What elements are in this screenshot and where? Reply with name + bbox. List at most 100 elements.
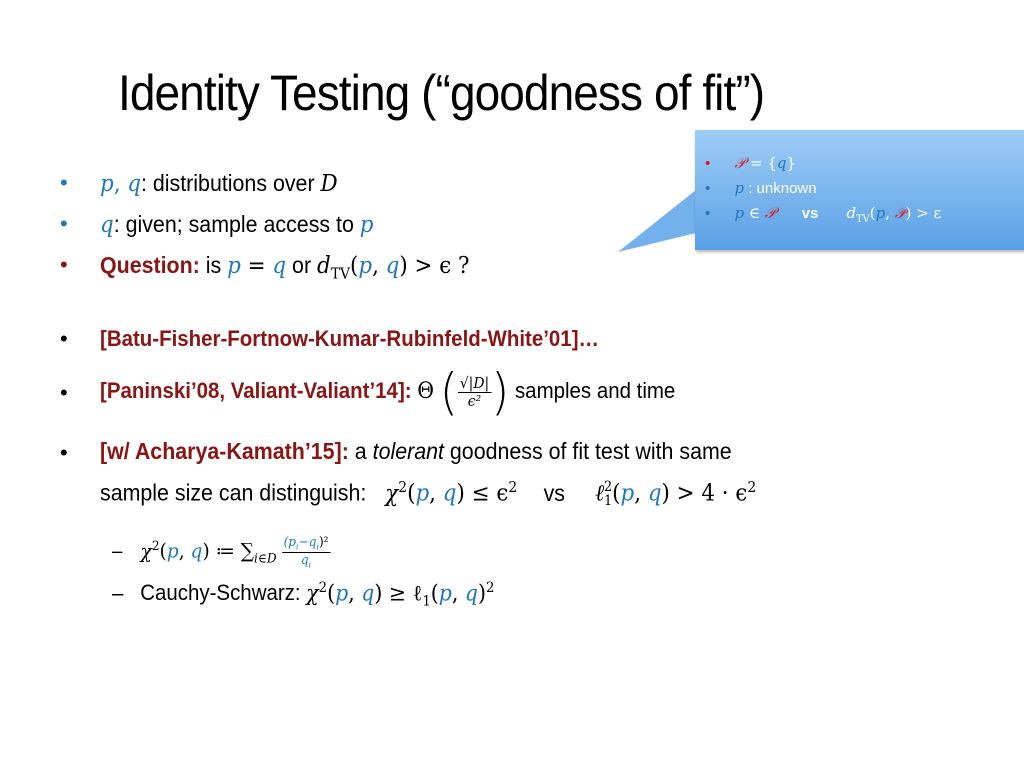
math-q: q [361, 581, 375, 607]
sub-cauchy-schwarz: – Cauchy-Schwarz: χ2(p, q) ≥ ℓ1(p, q)2 [112, 580, 494, 610]
callout-box: • 𝒫 = {q} • p : unknown • p ∈ 𝒫 vs dTV(p… [695, 130, 1024, 250]
bullet-icon: • [60, 440, 68, 465]
ref-label: [w/ Acharya-Kamath’15]: [100, 438, 349, 464]
ref-paninski: [Paninski’08, Valiant-Valiant’14]: Θ (√|… [100, 356, 675, 426]
math-q: q [776, 154, 787, 172]
dash-icon: – [112, 540, 123, 563]
math-p: p [620, 480, 635, 507]
math-set-P: 𝒫 [734, 154, 746, 172]
math-text: , [178, 538, 191, 563]
math-ell: ℓ [595, 480, 605, 507]
ref-acharya-line1: [w/ Acharya-Kamath’15]: a tolerant goodn… [100, 438, 732, 465]
math-q: q [385, 253, 400, 279]
ref-text: goodness of fit test with same [443, 438, 732, 464]
math-text: (p [283, 534, 297, 550]
math-text: ) ≤ ϵ [456, 480, 509, 507]
math-q: q [100, 212, 114, 238]
math-chi: χ [385, 480, 399, 507]
slide-title: Identity Testing (“goodness of fit”) [118, 65, 765, 121]
math-p: p [734, 204, 745, 222]
math-text: ) [478, 581, 487, 607]
math-q: q [127, 171, 142, 197]
math-sub: i∈D [254, 551, 277, 567]
math-text: ) > ϵ ? [399, 253, 470, 279]
dash-icon: – [112, 580, 124, 606]
math-text: ( [612, 480, 621, 507]
callout-item-3: • p ∈ 𝒫 vs dTV(p, 𝒫) > ε [705, 204, 941, 225]
tolerant-emphasis: tolerant [372, 438, 444, 464]
math-text: } [786, 154, 797, 172]
left-paren: ( [439, 363, 458, 422]
math-D: D [320, 171, 338, 197]
bullet-icon: • [705, 180, 711, 197]
math-text: ( [327, 581, 336, 607]
math-sub: 1 [604, 492, 613, 509]
math-text: ( [159, 538, 167, 563]
ref-acharya-line2: sample size can distinguish: χ2(p, q) ≤ … [100, 478, 756, 508]
ref-text: sample size can distinguish: [100, 479, 367, 506]
math-chi: χ [140, 538, 152, 563]
callout-text: : unknown [744, 180, 817, 197]
bullet-icon: • [60, 326, 68, 351]
math-sup: 2 [398, 478, 408, 496]
math-p: p [734, 179, 745, 197]
ref-text: samples and time [514, 378, 676, 403]
math-sub: TV [330, 264, 351, 283]
math-text: ) > ε [905, 204, 942, 222]
math-text: −q [298, 534, 317, 550]
vs-label: vs [801, 205, 819, 222]
fraction-numerator: (pi−qi)² [281, 534, 331, 553]
math-text: ( [407, 480, 416, 507]
bullet-distributions: p, q: distributions over D [100, 170, 338, 197]
bullet-icon: • [705, 155, 711, 172]
math-text: , [451, 581, 465, 607]
math-sub: i [308, 559, 312, 570]
question-label: Question: [100, 252, 200, 278]
math-text: ) ≔ ∑ [202, 538, 255, 563]
math-p: p [415, 480, 430, 507]
math-supsub: 21 [604, 480, 613, 509]
math-set-P: 𝒫 [764, 204, 776, 222]
math-sup: 2 [151, 539, 160, 554]
fraction-denominator: ϵ² [467, 391, 482, 410]
fraction-numerator: √|D| [457, 374, 492, 393]
math-text: ) ≥ ℓ [374, 581, 423, 607]
math-p: p [166, 538, 179, 563]
math-text: ) > 4 · ϵ [661, 480, 748, 507]
math-text: = { [745, 154, 777, 172]
callout-item-2: • p : unknown [705, 179, 817, 197]
math-chi: χ [306, 581, 319, 607]
ref-batu: [Batu-Fisher-Fortnow-Kumar-Rubinfeld-Whi… [100, 326, 599, 351]
math-q: q [464, 581, 479, 607]
math-p: p [438, 581, 452, 607]
math-text: , [348, 581, 362, 607]
bullet-icon: • [60, 211, 68, 236]
sub-chi-definition: – χ2(p, q) ≔ ∑i∈D (pi−qi)² qi [112, 524, 331, 570]
math-p: p [100, 171, 114, 197]
fraction: √|D| ϵ² [457, 374, 492, 410]
math-sup: 2 [747, 478, 757, 496]
bullet-icon: • [60, 380, 68, 405]
math-q: q [190, 538, 203, 563]
fraction: (pi−qi)² qi [281, 534, 331, 570]
math-text: , [885, 204, 895, 222]
math-sup: 2 [486, 580, 495, 596]
bullet-text: : distributions over [141, 170, 321, 196]
math-theta: Θ [417, 379, 435, 404]
bullet-icon: • [60, 252, 68, 277]
ref-label: [Paninski’08, Valiant-Valiant’14]: [100, 378, 412, 403]
math-sub: 1 [422, 593, 431, 610]
math-text: , [372, 253, 386, 279]
math-set-P: 𝒫 [894, 204, 906, 222]
bullet-question: Question: is p = q or dTV(p, q) > ϵ ? [100, 252, 470, 283]
math-text: ( [350, 253, 359, 279]
math-p: p [358, 253, 373, 279]
ref-text: a [348, 438, 373, 464]
math-text: , [429, 480, 443, 507]
math-sub: TV [856, 214, 870, 225]
math-p: p [227, 253, 241, 279]
bullet-text: : given; sample access to [113, 211, 360, 237]
bullet-sample-access: q: given; sample access to p [100, 211, 374, 238]
right-paren: ) [491, 363, 510, 422]
math-text: , [113, 171, 128, 197]
